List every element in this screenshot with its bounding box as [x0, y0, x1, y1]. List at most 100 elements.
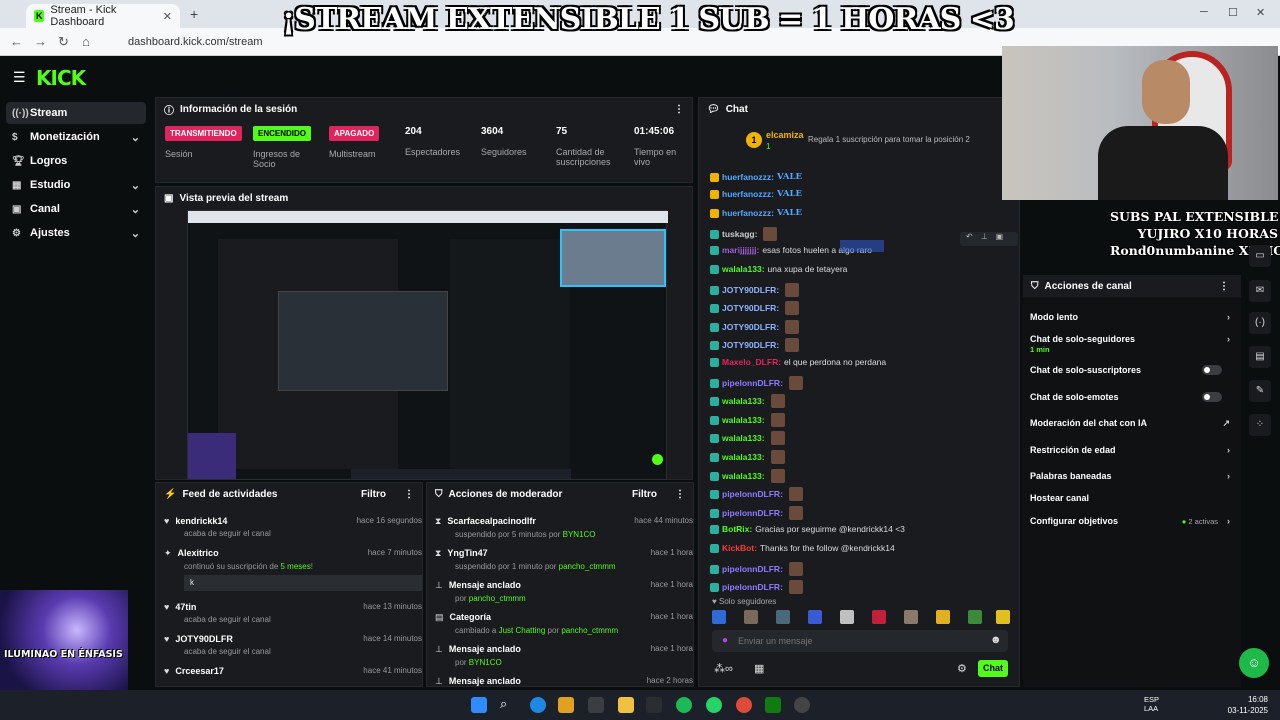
chat-username[interactable]: huerfanozzz: — [722, 172, 774, 182]
rail-chat-icon[interactable]: ▭ — [1249, 245, 1271, 267]
emote[interactable] — [840, 610, 854, 624]
chat-username[interactable]: JOTY90DLFR: — [722, 340, 779, 350]
chrome-profile-icon[interactable] — [794, 697, 810, 713]
chat-username[interactable]: tuskagg: — [722, 229, 757, 239]
sidebar-item-settings[interactable]: ⚙ Ajustes ⌄ — [6, 222, 146, 244]
mod-name[interactable]: Scarfacealpacinodlfr — [447, 516, 536, 526]
emote[interactable] — [776, 610, 790, 624]
rail-tool-icon[interactable]: ✎ — [1249, 380, 1271, 402]
subscribers-only-toggle[interactable] — [1202, 365, 1222, 375]
support-chat-icon[interactable]: ☺ — [1239, 648, 1269, 678]
send-chat-button[interactable]: Chat — [978, 660, 1008, 677]
rail-message-icon[interactable]: ✉ — [1249, 280, 1271, 302]
more-icon[interactable]: ⋮ — [674, 104, 684, 115]
chat-username[interactable]: walala133: — [722, 452, 765, 462]
rail-broadcast-icon[interactable]: (·) — [1249, 312, 1271, 334]
browser-tab[interactable]: K Stream - Kick Dashboard ✕ — [26, 4, 180, 28]
emote[interactable] — [808, 610, 822, 624]
more-icon[interactable]: ⋮ — [675, 489, 685, 500]
edge-icon[interactable] — [530, 697, 546, 713]
chat-username[interactable]: huerfanozzz: — [722, 208, 774, 218]
rail-list-icon[interactable]: ▤ — [1249, 346, 1271, 368]
emote[interactable] — [968, 610, 982, 624]
new-tab-icon[interactable]: + — [190, 6, 198, 22]
xbox-icon[interactable] — [765, 697, 781, 713]
emote-bar[interactable] — [712, 610, 1012, 624]
chat-username[interactable]: Maxelo_DLFR: — [722, 357, 781, 367]
mod-actor[interactable]: pancho_ctmmm — [561, 626, 618, 635]
start-icon[interactable] — [471, 697, 487, 713]
clock[interactable]: 16:08 03-11-2025 — [1222, 694, 1268, 716]
mod-name[interactable]: YngTin47 — [447, 548, 487, 558]
chat-username[interactable]: BotRix: — [722, 524, 752, 534]
action-age-restriction[interactable]: Restricción de edad › — [1030, 445, 1230, 455]
sidebar-item-studio[interactable]: ▦ Estudio ⌄ — [6, 174, 146, 196]
chat-username[interactable]: pipelonnDLFR: — [722, 582, 783, 592]
minimize-icon[interactable]: ─ — [1200, 6, 1208, 18]
search-icon[interactable]: ⌕ — [500, 696, 507, 712]
spotify-icon[interactable] — [676, 697, 692, 713]
chat-username[interactable]: JOTY90DLFR: — [722, 285, 779, 295]
mod-actor[interactable]: BYN1CO — [469, 658, 502, 667]
mod-actor[interactable]: pancho_ctmmm — [559, 562, 616, 571]
reload-icon[interactable]: ↻ — [58, 34, 69, 50]
chat-username[interactable]: JOTY90DLFR: — [722, 303, 779, 313]
forward-icon[interactable]: → — [34, 34, 47, 49]
app-icon[interactable] — [588, 697, 604, 713]
more-icon[interactable]: ⋮ — [404, 489, 414, 500]
sidebar-item-monetization[interactable]: $ Monetización ⌄ — [6, 126, 146, 148]
window-close-icon[interactable]: ✕ — [1256, 6, 1265, 19]
gift-icon[interactable]: ▦ — [754, 662, 764, 675]
sidebar-item-stream[interactable]: ((·)) Stream — [6, 102, 146, 124]
action-host-channel[interactable]: Hostear canal — [1030, 493, 1230, 503]
chat-username[interactable]: walala133: — [722, 415, 765, 425]
chat-username[interactable]: marijjjjjjj: — [722, 245, 759, 255]
emote[interactable] — [904, 610, 918, 624]
chat-username[interactable]: KickBot: — [722, 543, 757, 553]
rail-apps-icon[interactable]: ⁘ — [1249, 414, 1271, 436]
maximize-icon[interactable]: ☐ — [1228, 6, 1238, 19]
action-slow-mode[interactable]: Modo lento › — [1030, 312, 1230, 322]
chat-username[interactable]: huerfanozzz: — [722, 189, 774, 199]
obs-icon[interactable] — [646, 697, 662, 713]
chat-input[interactable] — [738, 633, 978, 649]
chat-input-box[interactable]: ● ☻ — [712, 630, 1008, 652]
mic-icon[interactable]: ● — [722, 635, 728, 646]
feed-name[interactable]: JOTY90DLFR — [175, 634, 233, 644]
language-indicator[interactable]: ESP LAA — [1144, 695, 1159, 713]
home-icon[interactable]: ⌂ — [82, 34, 90, 49]
feed-name[interactable]: Crceesar17 — [175, 666, 224, 676]
action-configure-goals[interactable]: Configurar objetivos ● 2 activas › — [1030, 516, 1230, 526]
chat-username[interactable]: walala133: — [722, 471, 765, 481]
emote[interactable] — [744, 610, 758, 624]
close-tab-icon[interactable]: ✕ — [163, 10, 172, 23]
chat-username[interactable]: walala133: — [722, 264, 765, 274]
sidebar-item-channel[interactable]: ▣ Canal ⌄ — [6, 198, 146, 220]
mod-actor[interactable]: BYN1CO — [563, 530, 596, 539]
emote[interactable] — [996, 610, 1010, 624]
action-followers-only[interactable]: Chat de solo-seguidores 1 min › — [1030, 334, 1230, 354]
sidebar-item-achievements[interactable]: 🏆︎ Logros — [6, 150, 146, 172]
chat-username[interactable]: JOTY90DLFR: — [722, 322, 779, 332]
menu-icon[interactable]: ☰ — [13, 69, 26, 86]
action-ai-moderation[interactable]: Moderación del chat con IA ↗ — [1030, 418, 1230, 428]
chat-username[interactable]: pipelonnDLFR: — [722, 508, 783, 518]
chat-username[interactable]: walala133: — [722, 396, 765, 406]
message-actions[interactable]: ↶⊥▣ — [960, 232, 1018, 246]
emote[interactable] — [712, 610, 726, 624]
emoji-icon[interactable]: ☻ — [990, 634, 1002, 646]
chat-username[interactable]: walala133: — [722, 433, 765, 443]
preview-video[interactable] — [187, 210, 668, 480]
more-icon[interactable]: ⋮ — [1219, 281, 1229, 292]
top-gifter-name[interactable]: elcamiza — [766, 130, 804, 140]
chat-tools-icon[interactable]: ⁂∞ — [714, 662, 733, 675]
feed-filter-button[interactable]: Filtro — [361, 489, 386, 500]
chat-settings-icon[interactable]: ⚙ — [957, 662, 967, 675]
chat-username[interactable]: pipelonnDLFR: — [722, 489, 783, 499]
feed-name[interactable]: 47tin — [175, 602, 196, 612]
folder-icon[interactable] — [618, 697, 634, 713]
feed-name[interactable]: kendrickk14 — [175, 516, 227, 526]
whatsapp-icon[interactable] — [706, 697, 722, 713]
chrome-icon[interactable] — [736, 697, 752, 713]
emote[interactable] — [936, 610, 950, 624]
